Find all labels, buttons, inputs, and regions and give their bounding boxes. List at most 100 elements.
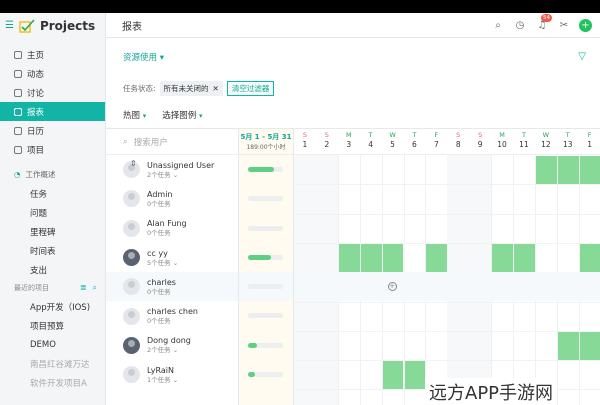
logo-row: ☰ Projects bbox=[0, 13, 105, 38]
busy-cell[interactable] bbox=[535, 156, 557, 185]
busy-cell[interactable] bbox=[579, 331, 600, 361]
busy-cell[interactable] bbox=[404, 361, 426, 390]
report-type-label: 资源使用 bbox=[123, 53, 158, 63]
user-row[interactable]: LyRaiN 1个任务 ⌄ bbox=[106, 360, 238, 389]
day-number: 9 bbox=[477, 140, 483, 149]
day-number: 12 bbox=[541, 140, 551, 149]
task-count-label: 1个任务 bbox=[147, 375, 171, 384]
tools-icon[interactable]: ✂ bbox=[557, 18, 571, 32]
chevron-down-icon[interactable]: ⌄ bbox=[171, 376, 178, 384]
chevron-down-icon[interactable]: ⌄ bbox=[171, 259, 178, 267]
recent-project-item[interactable]: 软件开发项目A bbox=[0, 373, 105, 392]
avatar bbox=[123, 249, 140, 267]
user-name: charles chen bbox=[147, 307, 198, 317]
user-row[interactable]: Admin 0个任务 bbox=[106, 184, 238, 213]
recent-project-item[interactable]: App开发（IOS) bbox=[0, 297, 105, 316]
busy-cell[interactable] bbox=[382, 361, 404, 390]
week-load-cell bbox=[239, 301, 293, 330]
chevron-down-icon[interactable]: ⌄ bbox=[171, 171, 178, 179]
legend-select[interactable]: 选择图例 ▾ bbox=[162, 109, 202, 121]
menu-icon[interactable]: ☰ bbox=[5, 20, 14, 31]
sidebar-item[interactable]: 讨论 bbox=[0, 83, 105, 102]
list-icon[interactable]: ≣ bbox=[80, 283, 87, 293]
busy-cell[interactable] bbox=[382, 243, 404, 273]
sidebar-item[interactable]: 日历 bbox=[0, 121, 105, 140]
recent-project-item[interactable]: DEMO bbox=[0, 335, 105, 354]
user-row[interactable]: charles 0个任务 bbox=[106, 272, 238, 302]
sidebar-item[interactable]: 主页 bbox=[0, 45, 105, 64]
close-icon[interactable]: ✕ bbox=[213, 84, 219, 93]
day-number: 11 bbox=[519, 140, 529, 149]
add-circle-icon[interactable]: + bbox=[387, 282, 397, 292]
user-row[interactable]: Unassigned User 2个任务 ⌄ bbox=[106, 155, 238, 184]
bell-icon[interactable]: ♫ 54 bbox=[535, 14, 552, 32]
busy-cell[interactable] bbox=[514, 243, 535, 273]
task-count: 0个任务 bbox=[147, 317, 198, 326]
day-letter: S bbox=[324, 131, 329, 139]
day-header: S9 bbox=[469, 129, 492, 155]
filter-chip[interactable]: 所有未关闭的 ✕ bbox=[159, 81, 223, 96]
overview-item[interactable]: 时间表 bbox=[0, 241, 105, 260]
column-resize-handle[interactable]: ⇕ bbox=[130, 159, 137, 168]
user-row[interactable]: cc yy 5个任务 ⌄ bbox=[106, 243, 238, 272]
task-count: 0个任务 bbox=[147, 288, 176, 297]
load-bar bbox=[248, 196, 283, 202]
avatar bbox=[123, 336, 140, 354]
add-button[interactable]: + bbox=[579, 18, 592, 32]
chevron-down-icon[interactable]: ⌄ bbox=[171, 346, 178, 354]
timer-icon[interactable]: ◷ bbox=[513, 18, 527, 32]
report-type-select[interactable]: 资源使用 ▾ bbox=[123, 51, 164, 63]
recent-project-item[interactable]: 南昌红谷滩万达 bbox=[0, 354, 105, 373]
day-number: 1 bbox=[587, 140, 593, 149]
busy-cell[interactable] bbox=[338, 243, 360, 273]
chevron-down-icon: ▾ bbox=[142, 112, 147, 120]
busy-cell[interactable] bbox=[579, 156, 600, 185]
busy-cell[interactable] bbox=[557, 156, 579, 185]
day-letter: M bbox=[345, 131, 352, 139]
week-load-cell bbox=[239, 272, 293, 302]
user-row[interactable]: Dong dong 2个任务 ⌄ bbox=[106, 331, 238, 360]
clear-filter-button[interactable]: 清空过滤器 bbox=[226, 81, 275, 96]
sidebar-item[interactable]: 报表 bbox=[0, 102, 105, 121]
sidebar-item-label: 主页 bbox=[27, 50, 45, 61]
overview-item[interactable]: 问题 bbox=[0, 203, 105, 222]
day-letter: F bbox=[587, 131, 592, 139]
user-row[interactable]: Alan Fung 0个任务 bbox=[106, 214, 238, 243]
load-bar bbox=[248, 342, 283, 348]
week-load-cell bbox=[239, 214, 293, 243]
sidebar-item[interactable]: 项目 bbox=[0, 140, 105, 159]
busy-cell[interactable] bbox=[557, 331, 579, 361]
recent-project-item[interactable]: 项目预算 bbox=[0, 316, 105, 335]
search-icon[interactable]: ⌕ bbox=[93, 283, 97, 293]
busy-cell[interactable] bbox=[492, 243, 513, 273]
day-number: 3 bbox=[346, 140, 352, 149]
avatar bbox=[123, 278, 140, 296]
user-row[interactable]: charles chen 0个任务 bbox=[106, 301, 238, 330]
busy-cell[interactable] bbox=[360, 243, 382, 273]
filter-label: 任务状态: bbox=[123, 84, 156, 93]
user-name: Admin bbox=[147, 189, 173, 199]
task-count: 2个任务 ⌄ bbox=[147, 346, 191, 355]
heatmap-select[interactable]: 热图 ▾ bbox=[123, 109, 146, 121]
user-name: Alan Fung bbox=[147, 219, 187, 229]
week-cells bbox=[239, 155, 293, 389]
sidebar-item[interactable]: 动态 bbox=[0, 64, 105, 83]
overview-item[interactable]: 任务 bbox=[0, 184, 105, 203]
day-number: 1 bbox=[302, 140, 308, 149]
project-icon bbox=[14, 145, 22, 154]
user-info: charles 0个任务 bbox=[147, 277, 176, 297]
overview-item[interactable]: 里程碑 bbox=[0, 222, 105, 241]
overview-item[interactable]: 支出 bbox=[0, 260, 105, 279]
week-hours: 189:00个小时 bbox=[246, 144, 286, 151]
user-search[interactable]: ⌕ 搜索用户 bbox=[106, 129, 238, 155]
overview-section[interactable]: ◔ 工作概述 bbox=[0, 165, 105, 184]
filter-icon[interactable]: ▽ bbox=[578, 51, 586, 62]
search-icon[interactable]: ⌕ bbox=[491, 18, 505, 32]
logo-icon bbox=[19, 18, 35, 33]
day-letter: S bbox=[478, 131, 483, 139]
busy-cell[interactable] bbox=[579, 243, 600, 273]
busy-cell[interactable] bbox=[426, 243, 448, 273]
load-bar-fill bbox=[248, 167, 275, 172]
load-bar bbox=[248, 225, 283, 231]
day-number: 10 bbox=[497, 140, 507, 149]
